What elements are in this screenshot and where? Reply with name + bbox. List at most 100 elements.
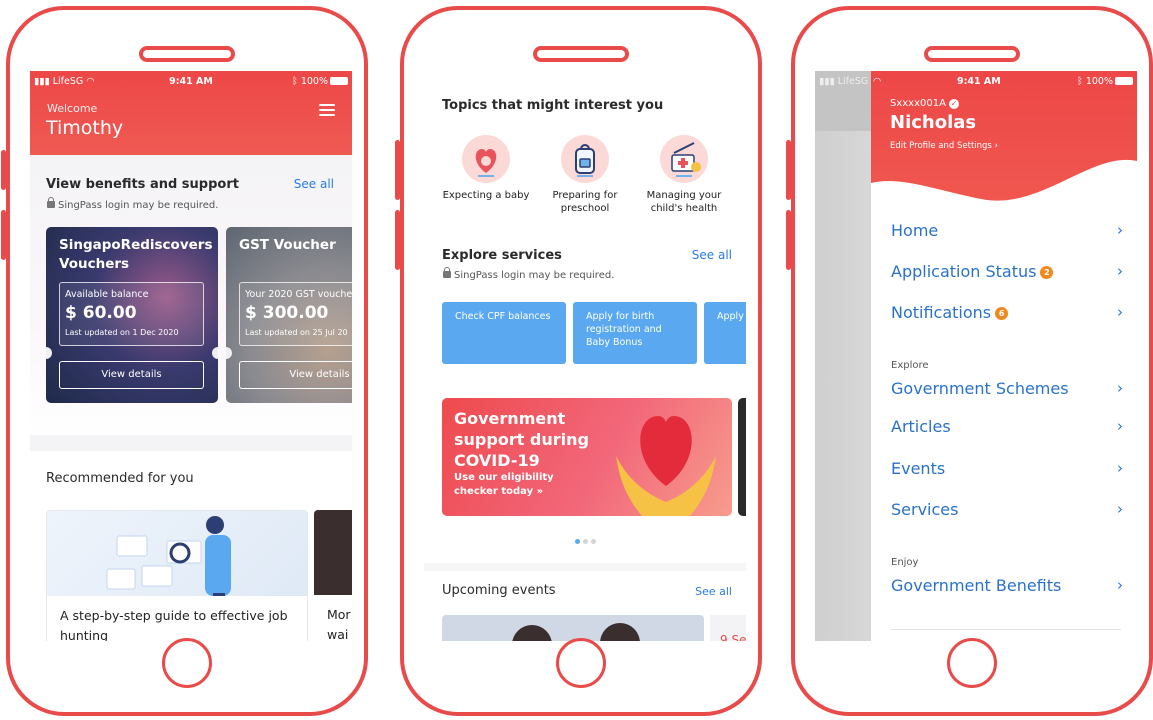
article-title: A step-by-step guide to effective job hu… (60, 608, 288, 641)
menu-item-government-benefits[interactable]: Government Benefits › (891, 576, 1123, 595)
dot (582, 539, 588, 544)
banner-subtitle: Use our eligibility checker today » (454, 472, 554, 497)
bluetooth-icon: ᛒ (1077, 76, 1083, 87)
wifi-icon: ◠ (86, 76, 95, 87)
wifi-icon: ◠ (873, 76, 882, 87)
topic-item[interactable]: Managing your child's health (636, 135, 732, 215)
article-card[interactable]: A step-by-step guide to effective job hu… (46, 510, 308, 641)
topics-title: Topics that might interest you (442, 98, 664, 113)
menu-item-articles[interactable]: Articles › (891, 417, 1123, 436)
drawer-header: ◠ 9:41 AM ᛒ 100% Sxxxx001A ✓ Nicholas Ed… (871, 71, 1137, 221)
event-card[interactable]: 9 Se (710, 615, 746, 641)
volume-button (395, 140, 400, 200)
balance-label: Available balance (65, 289, 149, 300)
recommended-title: Recommended for you (46, 471, 194, 486)
dot-active (574, 539, 580, 544)
screen-home: ▮▮▮ LifeSG ◠ 9:41 AM ᛒ 100% Welcome Timo… (30, 71, 352, 641)
balance-updated: Last updated on 25 Jul 20 (245, 328, 348, 337)
blurred-background: ▮▮▮ LifeSG (815, 71, 875, 641)
services-see-all-link[interactable]: See all (692, 248, 732, 262)
covid-support-banner[interactable]: Government support during COVID-19 Use o… (442, 398, 732, 516)
edit-profile-link[interactable]: Edit Profile and Settings › (890, 141, 998, 151)
job-hunting-illustration (106, 516, 231, 596)
screen-menu: ▮▮▮ LifeSG ◠ 9:41 AM ᛒ 100% Sxxxx001A ✓ … (815, 71, 1137, 641)
event-card[interactable] (442, 615, 704, 641)
chevron-right-icon: › (1117, 500, 1123, 518)
menu-item-government-schemes[interactable]: Government Schemes › (891, 379, 1123, 398)
balance-updated: Last updated on 1 Dec 2020 (65, 328, 179, 337)
phone-frame-3: ▮▮▮ LifeSG ◠ 9:41 AM ᛒ 100% Sxxxx001A ✓ … (786, 6, 1153, 716)
menu-item-home[interactable]: Home › (891, 221, 1123, 240)
bluetooth-icon: ᛒ (292, 76, 298, 87)
home-button[interactable] (947, 638, 997, 688)
status-bar: ▮▮▮ LifeSG ◠ 9:41 AM ᛒ 100% (34, 76, 348, 88)
menu-item-application-status[interactable]: Application Status 2 › (891, 262, 1123, 281)
carousel-dots (573, 529, 597, 548)
events-title: Upcoming events (442, 583, 556, 598)
menu-item-services[interactable]: Services › (891, 500, 1123, 519)
home-button[interactable] (556, 638, 606, 688)
article-card[interactable]: Mor wai (314, 510, 352, 641)
volume-button (786, 140, 791, 200)
speaker-grill (924, 46, 1020, 62)
battery-icon (1115, 77, 1133, 85)
signal-icon: ▮▮▮ (34, 76, 50, 87)
status-bar: ◠ 9:41 AM ᛒ 100% (871, 76, 1133, 88)
section-divider (424, 563, 746, 571)
status-time: 9:41 AM (169, 76, 213, 87)
voucher-card[interactable]: SingapoRediscovers Vouchers Available ba… (46, 227, 218, 403)
battery-indicator: ᛒ 100% (1077, 76, 1133, 87)
balance-label: Your 2020 GST vouche (245, 289, 352, 300)
singpass-note: SingPass login may be required. (443, 267, 614, 281)
menu-item-events[interactable]: Events › (891, 459, 1123, 478)
service-card[interactable]: Apply seaso (704, 302, 746, 364)
count-badge: 6 (995, 307, 1009, 320)
chevron-right-icon: › (1117, 576, 1123, 594)
banner-title: Government support during COVID-19 (454, 409, 589, 470)
pregnancy-icon (462, 135, 510, 183)
voucher-balance-box: Available balance $ 60.00 Last updated o… (59, 282, 204, 346)
topic-item[interactable]: Expecting a baby (438, 135, 534, 202)
service-card[interactable]: Check CPF balances (442, 302, 566, 364)
user-name: Timothy (46, 117, 124, 139)
chevron-right-icon: › (1117, 221, 1123, 239)
user-name: Nicholas (890, 112, 977, 133)
volume-button (786, 210, 791, 270)
benefits-title: View benefits and support (46, 177, 239, 192)
chevron-right-icon: › (994, 141, 998, 151)
dot (590, 539, 596, 544)
events-see-all-link[interactable]: See all (695, 585, 732, 598)
view-details-button[interactable]: View details (59, 361, 204, 389)
menu-item-notifications[interactable]: Notifications 6 › (891, 303, 1123, 322)
event-date: 9 Se (720, 633, 746, 641)
chevron-right-icon: › (1117, 459, 1123, 477)
voucher-title: GST Voucher (239, 237, 336, 253)
signal-icon: ▮▮▮ (819, 76, 835, 87)
view-details-button[interactable]: View details (239, 361, 352, 389)
menu-icon[interactable] (319, 104, 335, 116)
topic-label: Expecting a baby (442, 190, 530, 201)
volume-button (1, 150, 6, 190)
chevron-right-icon: › (1117, 303, 1123, 321)
battery-icon (330, 77, 348, 85)
lock-icon (47, 197, 55, 208)
service-card[interactable]: Apply for birth registration and Baby Bo… (573, 302, 697, 364)
phone-frame-1: ▮▮▮ LifeSG ◠ 9:41 AM ᛒ 100% Welcome Timo… (1, 6, 368, 716)
status-time: 9:41 AM (957, 76, 1001, 87)
welcome-label: Welcome (47, 102, 98, 115)
volume-button (395, 210, 400, 270)
carrier-label: ▮▮▮ LifeSG (819, 76, 869, 87)
screen-discover: Topics that might interest you Expecting… (424, 71, 746, 641)
singpass-note: SingPass login may be required. (47, 197, 218, 211)
topic-label: Preparing for preschool (552, 190, 618, 214)
chevron-right-icon: › (1117, 379, 1123, 397)
voucher-balance-box: Your 2020 GST vouche $ 300.00 Last updat… (239, 282, 352, 346)
topic-item[interactable]: Preparing for preschool (537, 135, 633, 215)
verified-icon: ✓ (949, 99, 960, 109)
home-button[interactable] (162, 638, 212, 688)
article-title: Mor wai (327, 607, 351, 641)
voucher-card[interactable]: GST Voucher Your 2020 GST vouche $ 300.0… (226, 227, 352, 403)
balance-amount: $ 300.00 (245, 303, 329, 323)
benefits-see-all-link[interactable]: See all (294, 177, 334, 191)
menu-divider (891, 629, 1121, 630)
